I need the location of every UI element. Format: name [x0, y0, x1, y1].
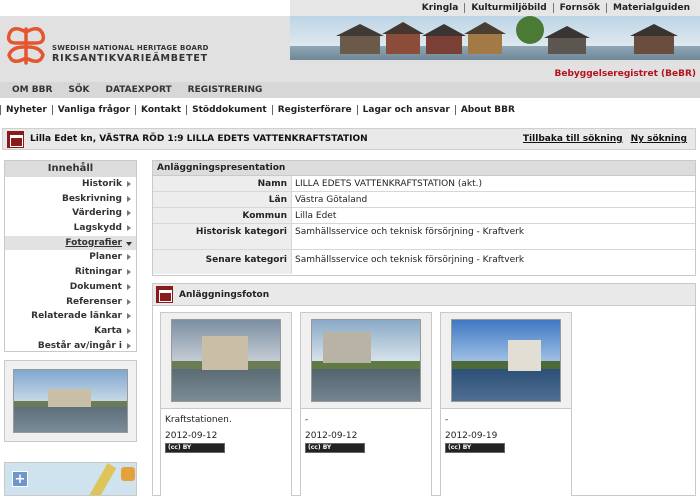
- nav-dataexport[interactable]: DATAEXPORT: [98, 85, 180, 95]
- presentation-row: Historisk kategori Samhällsservice och t…: [153, 224, 695, 250]
- logo-title: RIKSANTIKVARIEÄMBETET: [52, 53, 208, 64]
- top-link-kulturmiljobild[interactable]: Kulturmiljöbild: [464, 3, 552, 13]
- sidebar-thumbnail[interactable]: [4, 360, 137, 442]
- subnav-nyheter[interactable]: Nyheter: [0, 105, 52, 115]
- object-title: Lilla Edet kn, VÄSTRA RÖD 1:9 LILLA EDET…: [30, 134, 368, 144]
- sidebar-heading: Innehåll: [5, 161, 136, 177]
- nav-sok[interactable]: SÖK: [60, 85, 97, 95]
- back-to-search-link[interactable]: Tillbaka till sökning: [523, 134, 623, 144]
- sidebar-item-bestar-av[interactable]: Består av/ingår i: [5, 339, 136, 354]
- row-value: Västra Götaland: [295, 195, 368, 205]
- top-link-kringla[interactable]: Kringla: [416, 3, 465, 13]
- row-value: LILLA EDETS VATTENKRAFTSTATION (akt.): [295, 179, 482, 189]
- subnav-registerforare[interactable]: Registerförare: [271, 105, 357, 115]
- photo-card: - 2012-09-12 (cc) BY: [300, 312, 432, 496]
- top-utility-links: Kringla Kulturmiljöbild Fornsök Material…: [290, 0, 700, 16]
- photos-header: Anläggningsfoton: [153, 284, 695, 306]
- sidebar-item-karta[interactable]: Karta: [5, 324, 136, 339]
- row-value: Samhällsservice och teknisk försörjning …: [295, 255, 525, 265]
- sidebar-item-ritningar[interactable]: Ritningar: [5, 265, 136, 280]
- subnav-lagar-och-ansvar[interactable]: Lagar och ansvar: [356, 105, 455, 115]
- sub-nav: Nyheter Vanliga frågor Kontakt Stöddokum…: [0, 102, 700, 118]
- presentation-row: Län Västra Götaland: [153, 192, 695, 208]
- photos-heading: Anläggningsfoton: [179, 289, 270, 300]
- register-name: Bebyggelseregistret (BeBR): [554, 69, 697, 79]
- cc-license-badge[interactable]: (cc) BY: [305, 443, 365, 453]
- map-widget[interactable]: +: [4, 462, 137, 496]
- sidebar-item-lagskydd[interactable]: Lagskydd: [5, 221, 136, 236]
- photo-thumbnail[interactable]: [451, 319, 561, 402]
- row-label: Senare kategori: [153, 250, 292, 274]
- sidebar-item-historik[interactable]: Historik: [5, 177, 136, 192]
- sidebar-item-planer[interactable]: Planer: [5, 250, 136, 265]
- photo-caption: Kraftstationen.: [165, 415, 232, 425]
- photo-caption: -: [305, 415, 309, 425]
- cc-license-badge[interactable]: (cc) BY: [165, 443, 225, 453]
- building-icon: [7, 130, 24, 148]
- subnav-kontakt[interactable]: Kontakt: [135, 105, 186, 115]
- photo-date: 2012-09-19: [445, 431, 498, 441]
- cc-license-badge[interactable]: (cc) BY: [445, 443, 505, 453]
- row-label: Län: [153, 192, 292, 207]
- sidebar-item-beskrivning[interactable]: Beskrivning: [5, 192, 136, 207]
- top-link-materialguiden[interactable]: Materialguiden: [605, 3, 696, 13]
- photo-thumbnail[interactable]: [311, 319, 421, 402]
- photo-caption: -: [445, 415, 449, 425]
- new-search-link[interactable]: Ny sökning: [631, 134, 687, 144]
- row-value: Lilla Edet: [295, 211, 337, 221]
- photo-card: Kraftstationen. 2012-09-12 (cc) BY: [160, 312, 292, 496]
- photo-date: 2012-09-12: [165, 431, 218, 441]
- building-icon: [156, 286, 173, 303]
- header-banner-image: [290, 16, 700, 60]
- photo-thumbnail[interactable]: [171, 319, 281, 402]
- presentation-row: Senare kategori Samhällsservice och tekn…: [153, 250, 695, 274]
- row-label: Namn: [153, 176, 292, 191]
- row-label: Historisk kategori: [153, 224, 292, 249]
- content-sidebar: Innehåll Historik Beskrivning Värdering …: [4, 160, 137, 352]
- sidebar-item-relaterade-lankar[interactable]: Relaterade länkar: [5, 309, 136, 324]
- photos-panel: Anläggningsfoton Kraftstationen. 2012-09…: [152, 283, 696, 496]
- thumbnail-photo[interactable]: [13, 369, 128, 433]
- presentation-panel: Anläggningspresentation Namn LILLA EDETS…: [152, 160, 696, 276]
- presentation-heading: Anläggningspresentation: [153, 161, 695, 176]
- subnav-vanliga-fragor[interactable]: Vanliga frågor: [51, 105, 135, 115]
- map-zoom-in-button[interactable]: +: [12, 471, 28, 487]
- sidebar-item-dokument[interactable]: Dokument: [5, 280, 136, 295]
- sidebar-item-referenser[interactable]: Referenser: [5, 295, 136, 310]
- map-pin-icon[interactable]: [121, 467, 135, 481]
- row-label: Kommun: [153, 208, 292, 223]
- nav-om-bbr[interactable]: OM BBR: [4, 85, 60, 95]
- row-value: Samhällsservice och teknisk försörjning …: [295, 227, 525, 237]
- nav-registrering[interactable]: REGISTRERING: [180, 85, 271, 95]
- top-link-fornsok[interactable]: Fornsök: [552, 3, 606, 13]
- logo-subtitle: SWEDISH NATIONAL HERITAGE BOARD: [52, 44, 209, 52]
- subnav-stoddokument[interactable]: Stöddokument: [186, 105, 272, 115]
- sidebar-item-vardering[interactable]: Värdering: [5, 206, 136, 221]
- photo-card: - 2012-09-19 (cc) BY: [440, 312, 572, 496]
- photo-date: 2012-09-12: [305, 431, 358, 441]
- raa-logo-icon[interactable]: [4, 23, 48, 67]
- presentation-row: Namn LILLA EDETS VATTENKRAFTSTATION (akt…: [153, 176, 695, 192]
- subnav-about-bbr[interactable]: About BBR: [454, 105, 520, 115]
- site-header: SWEDISH NATIONAL HERITAGE BOARD RIKSANTI…: [0, 16, 700, 82]
- main-nav: OM BBR SÖK DATAEXPORT REGISTRERING: [0, 82, 700, 98]
- sidebar-item-fotografier[interactable]: Fotografier: [5, 235, 136, 251]
- object-title-bar: Lilla Edet kn, VÄSTRA RÖD 1:9 LILLA EDET…: [2, 128, 696, 150]
- presentation-row: Kommun Lilla Edet: [153, 208, 695, 224]
